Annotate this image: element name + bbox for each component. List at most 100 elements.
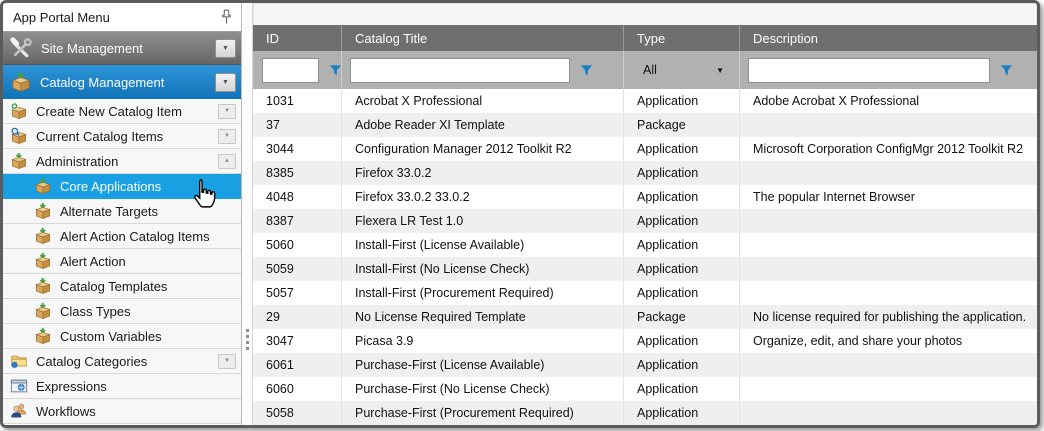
sidebar-item-label: Site Management bbox=[41, 41, 207, 56]
column-header-id[interactable]: ID bbox=[253, 25, 341, 51]
expand-button[interactable]: ▼ bbox=[218, 129, 236, 144]
cell-type: Application bbox=[623, 353, 739, 377]
cell-description bbox=[739, 377, 1037, 401]
people-icon bbox=[10, 402, 28, 420]
table-row[interactable]: 5060Install-First (License Available)App… bbox=[253, 233, 1037, 257]
cell-type: Application bbox=[623, 257, 739, 281]
cell-type: Package bbox=[623, 113, 739, 137]
cell-description bbox=[739, 161, 1037, 185]
splitter-grip-icon bbox=[246, 329, 249, 350]
cell-title: Purchase-First (Procurement Required) bbox=[341, 401, 623, 425]
table-row[interactable]: 8387Flexera LR Test 1.0Application bbox=[253, 209, 1037, 233]
sidebar-item-site-management[interactable]: Site Management ▼ bbox=[3, 32, 241, 65]
cell-description bbox=[739, 401, 1037, 425]
cell-title: Firefox 33.0.2 33.0.2 bbox=[341, 185, 623, 209]
column-header-description[interactable]: Description bbox=[739, 25, 1037, 51]
sidebar-item-custom-variables[interactable]: Custom Variables bbox=[3, 324, 241, 349]
cell-type: Application bbox=[623, 161, 739, 185]
table-row[interactable]: 8385Firefox 33.0.2Application bbox=[253, 161, 1037, 185]
package-icon bbox=[34, 252, 52, 270]
chevron-down-icon: ▼ bbox=[716, 66, 724, 75]
sidebar-item-catalog-management[interactable]: Catalog Management ▼ bbox=[3, 65, 241, 99]
cell-description: The popular Internet Browser bbox=[739, 185, 1037, 209]
sidebar-item-alert-action[interactable]: Alert Action bbox=[3, 249, 241, 274]
cell-type: Application bbox=[623, 89, 739, 113]
sidebar-item-label: Catalog Management bbox=[40, 75, 207, 90]
splitter[interactable] bbox=[242, 3, 253, 425]
description-filter-input[interactable] bbox=[748, 58, 990, 83]
package-icon bbox=[34, 302, 52, 320]
cell-id: 29 bbox=[253, 305, 341, 329]
table-row[interactable]: 6061Purchase-First (License Available)Ap… bbox=[253, 353, 1037, 377]
sidebar-item-core-applications[interactable]: Core Applications bbox=[3, 174, 241, 199]
sidebar-item-class-types[interactable]: Class Types bbox=[3, 299, 241, 324]
sidebar-item-alert-action-catalog-items[interactable]: Alert Action Catalog Items bbox=[3, 224, 241, 249]
sidebar-item-current-catalog-items[interactable]: Current Catalog Items ▼ bbox=[3, 124, 241, 149]
table-row[interactable]: 3044Configuration Manager 2012 Toolkit R… bbox=[253, 137, 1037, 161]
sidebar-item-administration[interactable]: Administration▲ bbox=[3, 149, 241, 174]
id-filter-input[interactable] bbox=[262, 58, 319, 83]
funnel-icon[interactable] bbox=[1000, 64, 1013, 77]
package-icon bbox=[34, 327, 52, 345]
table-row[interactable]: 5059Install-First (No License Check)Appl… bbox=[253, 257, 1037, 281]
table-row[interactable]: 5057Install-First (Procurement Required)… bbox=[253, 281, 1037, 305]
package-add-icon bbox=[10, 102, 28, 120]
sidebar-item-alternate-targets[interactable]: Alternate Targets bbox=[3, 199, 241, 224]
catalog-grid: ID Catalog Title Type Description bbox=[253, 25, 1037, 425]
cell-description bbox=[739, 281, 1037, 305]
cell-title: Firefox 33.0.2 bbox=[341, 161, 623, 185]
description-filter-cell bbox=[739, 51, 1037, 89]
table-row[interactable]: 5058Purchase-First (Procurement Required… bbox=[253, 401, 1037, 425]
column-header-catalog-title[interactable]: Catalog Title bbox=[341, 25, 623, 51]
expand-button[interactable]: ▼ bbox=[218, 104, 236, 119]
id-filter-cell bbox=[253, 51, 341, 89]
cell-description: Organize, edit, and share your photos bbox=[739, 329, 1037, 353]
sidebar-header: App Portal Menu bbox=[3, 3, 241, 32]
cell-description: Adobe Acrobat X Professional bbox=[739, 89, 1037, 113]
table-row[interactable]: 29No License Required TemplatePackageNo … bbox=[253, 305, 1037, 329]
sidebar-item-create-new-catalog-item[interactable]: Create New Catalog Item▼ bbox=[3, 99, 241, 124]
sidebar-item-label: Current Catalog Items bbox=[36, 129, 210, 144]
collapse-button[interactable]: ▲ bbox=[218, 154, 236, 169]
cell-title: Install-First (Procurement Required) bbox=[341, 281, 623, 305]
toolbar-strip bbox=[253, 3, 1037, 25]
funnel-icon[interactable] bbox=[580, 64, 593, 77]
cell-description: No license required for publishing the a… bbox=[739, 305, 1037, 329]
sidebar-item-expressions[interactable]: Expressions bbox=[3, 374, 241, 399]
cell-type: Application bbox=[623, 401, 739, 425]
type-filter-dropdown[interactable]: All ▼ bbox=[623, 51, 739, 89]
cell-id: 6061 bbox=[253, 353, 341, 377]
sidebar-item-catalog-categories[interactable]: Catalog Categories▼ bbox=[3, 349, 241, 374]
cell-title: Purchase-First (License Available) bbox=[341, 353, 623, 377]
tools-icon bbox=[10, 37, 33, 60]
cell-id: 8385 bbox=[253, 161, 341, 185]
grid-body: 1031Acrobat X ProfessionalApplicationAdo… bbox=[253, 89, 1037, 425]
sidebar: App Portal Menu Site Management▼Catalog … bbox=[3, 3, 242, 425]
cell-description bbox=[739, 209, 1037, 233]
table-row[interactable]: 4048Firefox 33.0.2 33.0.2ApplicationThe … bbox=[253, 185, 1037, 209]
sidebar-item-catalog-templates[interactable]: Catalog Templates bbox=[3, 274, 241, 299]
expand-button[interactable]: ▼ bbox=[215, 73, 236, 92]
expand-button[interactable]: ▼ bbox=[218, 354, 236, 369]
table-row[interactable]: 37Adobe Reader XI TemplatePackage bbox=[253, 113, 1037, 137]
expand-button[interactable]: ▼ bbox=[215, 39, 236, 58]
cell-title: Install-First (No License Check) bbox=[341, 257, 623, 281]
window-icon bbox=[10, 377, 28, 395]
pin-icon[interactable] bbox=[221, 9, 232, 25]
sidebar-item-workflows[interactable]: Workflows bbox=[3, 399, 241, 424]
cell-id: 3047 bbox=[253, 329, 341, 353]
sidebar-item-label: Class Types bbox=[60, 304, 236, 319]
table-row[interactable]: 3047Picasa 3.9ApplicationOrganize, edit,… bbox=[253, 329, 1037, 353]
sidebar-item-label: Alternate Targets bbox=[60, 204, 236, 219]
cell-type: Application bbox=[623, 377, 739, 401]
cell-description bbox=[739, 353, 1037, 377]
cell-title: Install-First (License Available) bbox=[341, 233, 623, 257]
cell-title: Purchase-First (No License Check) bbox=[341, 377, 623, 401]
cell-id: 5058 bbox=[253, 401, 341, 425]
title-filter-input[interactable] bbox=[350, 58, 570, 83]
table-row[interactable]: 6060Purchase-First (No License Check)App… bbox=[253, 377, 1037, 401]
column-header-type[interactable]: Type bbox=[623, 25, 739, 51]
folder-gear-icon bbox=[10, 352, 28, 370]
cell-id: 8387 bbox=[253, 209, 341, 233]
table-row[interactable]: 1031Acrobat X ProfessionalApplicationAdo… bbox=[253, 89, 1037, 113]
